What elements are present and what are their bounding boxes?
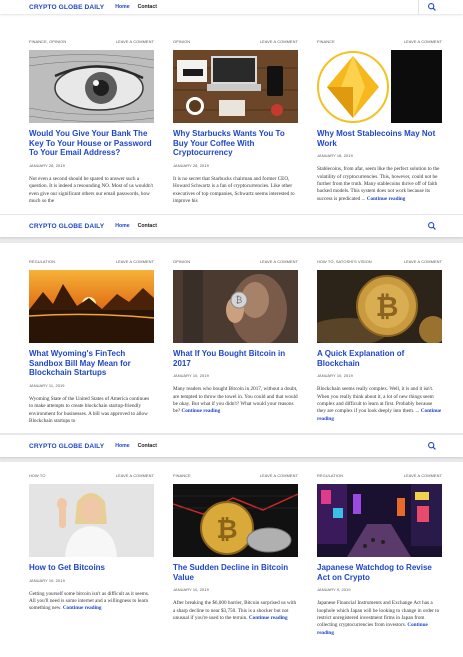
article-title[interactable]: What If You Bought Bitcoin in 2017: [173, 349, 298, 368]
article-date[interactable]: JANUARY 28, 2019: [29, 163, 154, 168]
article-title[interactable]: Japanese Watchdog to Revise Act on Crypt…: [317, 563, 442, 582]
leave-comment-link[interactable]: LEAVE A COMMENT: [404, 259, 442, 265]
article-date[interactable]: JANUARY 10, 2019: [317, 373, 442, 378]
article-category[interactable]: FINANCE: [173, 473, 191, 479]
continue-reading-link[interactable]: Continue reading: [367, 196, 406, 202]
svg-text:₿: ₿: [236, 295, 243, 306]
article-date[interactable]: JANUARY 10, 2019: [173, 587, 298, 592]
article-card[interactable]: HOW TO LEAVE A COMMENT How to Get Bitcoin…: [29, 473, 154, 613]
leave-comment-link[interactable]: LEAVE A COMMENT: [260, 39, 298, 45]
article-card[interactable]: FINANCE LEAVE A COMMENT Why Most Stableco…: [317, 39, 442, 203]
continue-reading-link[interactable]: Continue reading: [63, 605, 102, 611]
excerpt-text: Wyoming State of the United States of Am…: [29, 395, 150, 424]
article-card[interactable]: FINANCE LEAVE A COMMENT ₿ The Sudden Decl…: [173, 473, 298, 622]
article-title[interactable]: Why Most Stablecoins May Not Work: [317, 129, 442, 148]
leave-comment-link[interactable]: LEAVE A COMMENT: [116, 259, 154, 265]
search-icon[interactable]: [427, 2, 437, 12]
leave-comment-link[interactable]: LEAVE A COMMENT: [404, 473, 442, 479]
search-icon[interactable]: [427, 221, 437, 231]
hand-bitcoin-image[interactable]: ₿: [173, 270, 298, 343]
svg-text:₿: ₿: [216, 515, 237, 545]
nav-home-link[interactable]: Home: [115, 443, 129, 449]
navbar-divider: [418, 0, 419, 14]
sticky-navbar: CRYPTO GLOBE DAILY Home Contact: [0, 215, 463, 237]
leave-comment-link[interactable]: LEAVE A COMMENT: [116, 39, 154, 45]
article-category[interactable]: OPINION: [173, 39, 190, 45]
excerpt-text: It is no secret that Starbucks chairman …: [173, 175, 295, 204]
article-category[interactable]: FINANCE, OPINION: [29, 39, 66, 45]
article-category[interactable]: OPINION: [173, 259, 190, 265]
svg-text:₿: ₿: [376, 290, 399, 323]
article-card[interactable]: OPINION LEAVE A COMMENT ₿ What If You Bou…: [173, 259, 298, 416]
site-brand[interactable]: CRYPTO GLOBE DAILY: [29, 223, 104, 230]
nav-contact-link[interactable]: Contact: [138, 223, 157, 229]
article-title[interactable]: Would You Give Your Bank The Key To Your…: [29, 129, 154, 158]
wyoming-sunset-image[interactable]: [29, 270, 154, 343]
article-excerpt: Blockchain seems really complex. Well, i…: [317, 386, 442, 423]
article-date[interactable]: JANUARY 11, 2019: [29, 383, 154, 388]
article-title[interactable]: How to Get Bitcoins: [29, 563, 154, 573]
stablecoin-diamond-image[interactable]: [317, 50, 442, 123]
article-date[interactable]: JANUARY 9, 2019: [317, 587, 442, 592]
nav-home-link[interactable]: Home: [115, 4, 129, 10]
article-category[interactable]: HOW TO: [29, 473, 45, 479]
articles-section-1: FINANCE, OPINION LEAVE A COMMENT Would Yo…: [0, 14, 463, 214]
article-title[interactable]: A Quick Explanation of Blockchain: [317, 349, 442, 368]
articles-section-3: HOW TO LEAVE A COMMENT How to Get Bitcoin…: [0, 462, 463, 657]
site-brand[interactable]: CRYPTO GLOBE DAILY: [29, 4, 104, 11]
article-card[interactable]: REGULATION LEAVE A COMMENT What Wyoming's…: [29, 259, 154, 425]
continue-reading-link[interactable]: Continue reading: [182, 408, 221, 414]
article-card[interactable]: FINANCE, OPINION LEAVE A COMMENT Would Yo…: [29, 39, 154, 205]
nav-home-link[interactable]: Home: [115, 223, 129, 229]
bitcoin-coin-image[interactable]: ₿: [317, 270, 442, 343]
article-card[interactable]: REGULATION LEAVE A COMMENT Japanese Watch…: [317, 473, 442, 637]
article-category[interactable]: HOW TO, SATOSHI'S VISION: [317, 259, 372, 265]
nav-contact-link[interactable]: Contact: [138, 4, 157, 10]
article-title[interactable]: What Wyoming's FinTech Sandbox Bill May …: [29, 349, 154, 378]
article-card[interactable]: HOW TO, SATOSHI'S VISION LEAVE A COMMENT …: [317, 259, 442, 423]
article-date[interactable]: JANUARY 10, 2019: [29, 578, 154, 583]
sticky-navbar: CRYPTO GLOBE DAILY Home Contact: [0, 435, 463, 457]
article-excerpt: Many readers who bought Bitcoin in 2017,…: [173, 386, 298, 416]
article-title[interactable]: The Sudden Decline in Bitcoin Value: [173, 563, 298, 582]
nav-contact-link[interactable]: Contact: [138, 443, 157, 449]
article-category[interactable]: REGULATION: [29, 259, 55, 265]
article-date[interactable]: JANUARY 28, 2019: [173, 163, 298, 168]
article-excerpt: After breaking the $6,000 barrier, Bitco…: [173, 600, 298, 622]
article-date[interactable]: JANUARY 10, 2019: [173, 373, 298, 378]
excerpt-text: Blockchain seems really complex. Well, i…: [317, 386, 434, 415]
leave-comment-link[interactable]: LEAVE A COMMENT: [404, 39, 442, 45]
excerpt-text: Not even a second should be spared to an…: [29, 175, 153, 204]
article-excerpt: Wyoming State of the United States of Am…: [29, 396, 154, 426]
leave-comment-link[interactable]: LEAVE A COMMENT: [116, 473, 154, 479]
woman-waving-image[interactable]: [29, 484, 154, 557]
article-title[interactable]: Why Starbucks Wants You To Buy Your Coff…: [173, 129, 298, 158]
site-brand[interactable]: CRYPTO GLOBE DAILY: [29, 443, 104, 450]
continue-reading-link[interactable]: Continue reading: [249, 615, 288, 621]
articles-section-2: REGULATION LEAVE A COMMENT What Wyoming's…: [0, 243, 463, 433]
gold-bitcoins-image[interactable]: ₿: [173, 484, 298, 557]
article-excerpt: It is no secret that Starbucks chairman …: [173, 176, 298, 206]
search-icon[interactable]: [427, 441, 437, 451]
banknote-eye-image[interactable]: [29, 50, 154, 123]
tokyo-street-image[interactable]: [317, 484, 442, 557]
article-excerpt: Getting yourself some bitcoin isn't as d…: [29, 591, 154, 613]
article-category[interactable]: REGULATION: [317, 473, 343, 479]
article-excerpt: Stablecoins, from afar, seem like the pe…: [317, 166, 442, 203]
article-category[interactable]: FINANCE: [317, 39, 335, 45]
top-navbar: CRYPTO GLOBE DAILY Home Contact: [0, 0, 463, 14]
laptop-desk-image[interactable]: [173, 50, 298, 123]
leave-comment-link[interactable]: LEAVE A COMMENT: [260, 473, 298, 479]
article-card[interactable]: OPINION LEAVE A COMMENT Why Starbucks Wan…: [173, 39, 298, 205]
article-excerpt: Not even a second should be spared to an…: [29, 176, 154, 206]
article-date[interactable]: JANUARY 18, 2019: [317, 153, 442, 158]
leave-comment-link[interactable]: LEAVE A COMMENT: [260, 259, 298, 265]
article-excerpt: Japanese Financial Instruments and Excha…: [317, 600, 442, 637]
